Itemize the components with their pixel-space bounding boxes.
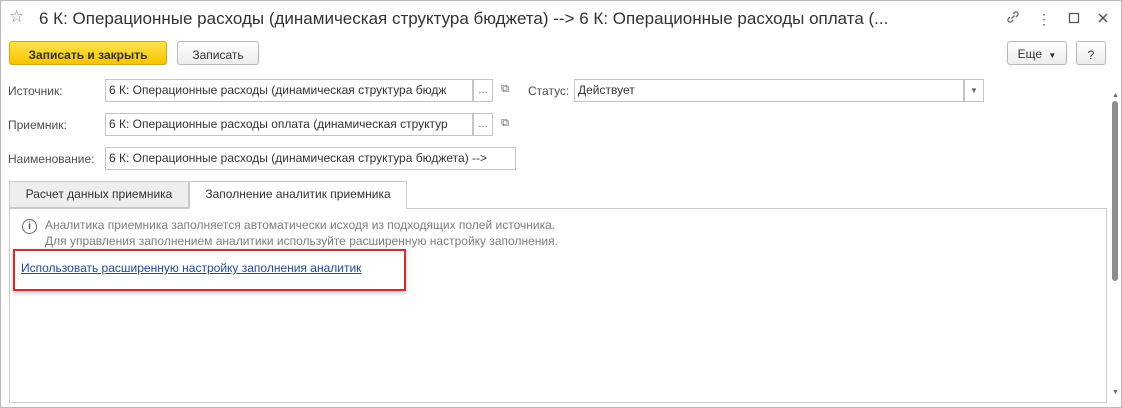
- chevron-down-icon[interactable]: ▼: [964, 79, 984, 102]
- info-text-line1: Аналитика приемника заполняется автомати…: [45, 218, 556, 232]
- status-label: Статус:: [528, 84, 570, 98]
- name-label: Наименование:: [8, 152, 95, 166]
- link-icon[interactable]: [1002, 9, 1024, 29]
- status-select[interactable]: Действует: [574, 79, 964, 102]
- receiver-input[interactable]: 6 К: Операционные расходы оплата (динами…: [105, 113, 473, 136]
- analytics-panel: i Аналитика приемника заполняется автома…: [9, 208, 1107, 403]
- tab-receiver-analytics[interactable]: Заполнение аналитик приемника: [189, 181, 407, 209]
- minimize-icon[interactable]: [1063, 9, 1085, 29]
- save-button[interactable]: Записать: [177, 41, 259, 65]
- more-button-label: Еще: [1017, 47, 1043, 61]
- form-window: ☆ 6 К: Операционные расходы (динамическа…: [0, 0, 1122, 408]
- save-and-close-button[interactable]: Записать и закрыть: [9, 41, 167, 65]
- scroll-up-icon[interactable]: ▲: [1111, 91, 1120, 100]
- vertical-scrollbar[interactable]: ▲ ▼: [1111, 91, 1120, 397]
- source-input[interactable]: 6 К: Операционные расходы (динамическая …: [105, 79, 473, 102]
- close-icon[interactable]: [1092, 9, 1114, 29]
- scroll-down-icon[interactable]: ▼: [1111, 388, 1120, 397]
- title-bar: ☆ 6 К: Операционные расходы (динамическа…: [1, 1, 1121, 37]
- name-input[interactable]: 6 К: Операционные расходы (динамическая …: [105, 147, 516, 170]
- help-button[interactable]: ?: [1076, 41, 1106, 65]
- source-select-button[interactable]: ...: [473, 79, 493, 102]
- source-open-icon[interactable]: ⧉: [495, 79, 515, 102]
- tab-receiver-calc[interactable]: Расчет данных приемника: [9, 181, 189, 208]
- info-text-line2: Для управления заполнением аналитики исп…: [45, 234, 558, 248]
- window-title: 6 К: Операционные расходы (динамическая …: [39, 9, 889, 28]
- favorite-star-icon[interactable]: ☆: [9, 8, 27, 26]
- advanced-fill-settings-link[interactable]: Использовать расширенную настройку запол…: [21, 261, 361, 276]
- toolbar: Записать и закрыть Записать Еще ▼ ?: [1, 41, 1121, 71]
- info-icon: i: [22, 219, 37, 234]
- more-vertical-icon[interactable]: ⋮: [1033, 9, 1055, 29]
- scroll-thumb[interactable]: [1112, 101, 1118, 281]
- more-button[interactable]: Еще ▼: [1007, 41, 1067, 65]
- tab-bar: Расчет данных приемника Заполнение анали…: [9, 181, 1109, 209]
- receiver-open-icon[interactable]: ⧉: [495, 113, 515, 136]
- receiver-label: Приемник:: [8, 118, 67, 132]
- source-label: Источник:: [8, 84, 63, 98]
- receiver-select-button[interactable]: ...: [473, 113, 493, 136]
- chevron-down-icon: ▼: [1048, 51, 1057, 60]
